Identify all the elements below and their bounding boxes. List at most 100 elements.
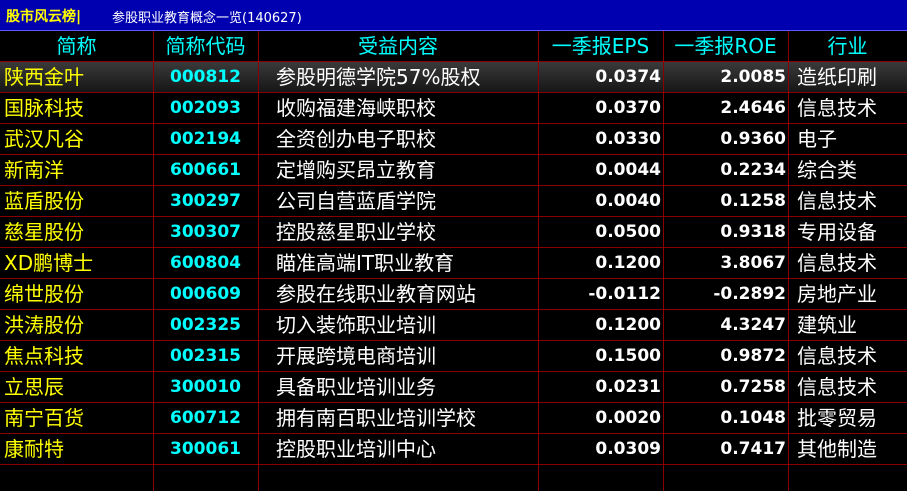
roe-value: 0.9872 (720, 346, 786, 366)
stock-name: 慈星股份 (4, 220, 84, 244)
stock-code: 300307 (170, 222, 241, 242)
roe-value: 3.8067 (720, 253, 786, 273)
benefit-text: 瞄准高端IT职业教育 (276, 251, 455, 275)
benefit-text: 控股慈星职业学校 (276, 220, 436, 244)
header-code[interactable]: 简称代码 (153, 31, 258, 62)
table-row[interactable]: 新南洋 600661 定增购买昂立教育 0.0044 0.2234 综合类 (0, 155, 907, 186)
stock-code: 300297 (170, 191, 241, 211)
row-divider (0, 340, 907, 341)
eps-value: 0.0500 (595, 222, 661, 242)
table-row[interactable]: 慈星股份 300307 控股慈星职业学校 0.0500 0.9318 专用设备 (0, 217, 907, 248)
header-benefit[interactable]: 受益内容 (258, 31, 538, 62)
roe-value: 0.1258 (720, 191, 786, 211)
table-row[interactable]: 康耐特 300061 控股职业培训中心 0.0309 0.7417 其他制造 (0, 434, 907, 465)
table-row[interactable]: 立思辰 300010 具备职业培训业务 0.0231 0.7258 信息技术 (0, 372, 907, 403)
stock-name: 康耐特 (4, 437, 64, 461)
roe-value: 2.0085 (720, 67, 786, 87)
roe-value: 0.2234 (720, 160, 786, 180)
industry-text: 信息技术 (797, 189, 877, 213)
stock-code: 300010 (170, 377, 241, 397)
table-row[interactable]: 南宁百货 600712 拥有南百职业培训学校 0.0020 0.1048 批零贸易 (0, 403, 907, 434)
benefit-text: 控股职业培训中心 (276, 437, 436, 461)
eps-value: 0.0020 (595, 408, 661, 428)
row-divider (0, 216, 907, 217)
table-row[interactable]: 焦点科技 002315 开展跨境电商培训 0.1500 0.9872 信息技术 (0, 341, 907, 372)
header-roe[interactable]: 一季报ROE (663, 31, 788, 62)
stock-name: 立思辰 (4, 375, 64, 399)
row-divider (0, 92, 907, 93)
eps-value: 0.1200 (595, 315, 661, 335)
stock-table: 简称 简称代码 受益内容 一季报EPS 一季报ROE 行业 陕西金叶 000812… (0, 31, 907, 491)
header-name[interactable]: 简称 (0, 31, 153, 62)
stock-code: 002325 (170, 315, 241, 335)
stock-name: 国脉科技 (4, 96, 84, 120)
eps-value: 0.1500 (595, 346, 661, 366)
row-divider (0, 185, 907, 186)
row-divider (0, 309, 907, 310)
stock-code: 002093 (170, 98, 241, 118)
stock-code: 002315 (170, 346, 241, 366)
column-divider (153, 31, 154, 491)
row-divider (0, 61, 907, 62)
eps-value: 0.0374 (595, 67, 661, 87)
industry-text: 信息技术 (797, 344, 877, 368)
column-divider (538, 31, 539, 491)
eps-value: 0.1200 (595, 253, 661, 273)
stock-name: 武汉凡谷 (4, 127, 84, 151)
row-divider (0, 247, 907, 248)
roe-value: 0.1048 (720, 408, 786, 428)
industry-text: 批零贸易 (797, 406, 877, 430)
stock-code: 600712 (170, 408, 241, 428)
industry-text: 电子 (797, 127, 837, 151)
column-divider (663, 31, 664, 491)
stock-name: 蓝盾股份 (4, 189, 84, 213)
industry-text: 信息技术 (797, 375, 877, 399)
row-divider (0, 154, 907, 155)
table-row[interactable]: 陕西金叶 000812 参股明德学院57%股权 0.0374 2.0085 造纸印刷 (0, 62, 907, 93)
benefit-text: 拥有南百职业培训学校 (276, 406, 476, 430)
industry-text: 建筑业 (797, 313, 857, 337)
header-eps[interactable]: 一季报EPS (538, 31, 663, 62)
benefit-text: 开展跨境电商培训 (276, 344, 436, 368)
brand-label: 股市风云榜| (6, 9, 82, 25)
table-row[interactable]: 洪涛股份 002325 切入装饰职业培训 0.1200 4.3247 建筑业 (0, 310, 907, 341)
stock-code: 300061 (170, 439, 241, 459)
row-divider (0, 464, 907, 465)
stock-code: 600661 (170, 160, 241, 180)
eps-value: 0.0040 (595, 191, 661, 211)
industry-text: 房地产业 (797, 282, 877, 306)
stock-code: 000812 (170, 67, 241, 87)
benefit-text: 具备职业培训业务 (276, 375, 436, 399)
table-row[interactable]: 武汉凡谷 002194 全资创办电子职校 0.0330 0.9360 电子 (0, 124, 907, 155)
roe-value: 0.9318 (720, 222, 786, 242)
benefit-text: 参股在线职业教育网站 (276, 282, 476, 306)
table-row[interactable]: 蓝盾股份 300297 公司自营蓝盾学院 0.0040 0.1258 信息技术 (0, 186, 907, 217)
table-row[interactable]: 绵世股份 000609 参股在线职业教育网站 -0.0112 -0.2892 房地产业 (0, 279, 907, 310)
row-divider (0, 371, 907, 372)
industry-text: 其他制造 (797, 437, 877, 461)
stock-name: XD鹏博士 (4, 251, 94, 275)
row-divider (0, 402, 907, 403)
stock-name: 新南洋 (4, 158, 64, 182)
window-title: 参股职业教育概念一览(140627) (112, 11, 302, 26)
roe-value: 0.7258 (720, 377, 786, 397)
industry-text: 信息技术 (797, 96, 877, 120)
table-row[interactable]: XD鹏博士 600804 瞄准高端IT职业教育 0.1200 3.8067 信息技术 (0, 248, 907, 279)
roe-value: 2.4646 (720, 98, 786, 118)
table-row[interactable]: 国脉科技 002093 收购福建海峡职校 0.0370 2.4646 信息技术 (0, 93, 907, 124)
header-industry[interactable]: 行业 (788, 31, 907, 62)
column-divider (788, 31, 789, 491)
stock-code: 002194 (170, 129, 241, 149)
eps-value: 0.0370 (595, 98, 661, 118)
stock-code: 000609 (170, 284, 241, 304)
benefit-text: 参股明德学院57%股权 (276, 65, 481, 89)
benefit-text: 公司自营蓝盾学院 (276, 189, 436, 213)
eps-value: -0.0112 (588, 284, 661, 304)
row-divider (0, 278, 907, 279)
benefit-text: 全资创办电子职校 (276, 127, 436, 151)
eps-value: 0.0330 (595, 129, 661, 149)
stock-name: 焦点科技 (4, 344, 84, 368)
industry-text: 综合类 (797, 158, 857, 182)
roe-value: 0.9360 (720, 129, 786, 149)
row-divider (0, 123, 907, 124)
